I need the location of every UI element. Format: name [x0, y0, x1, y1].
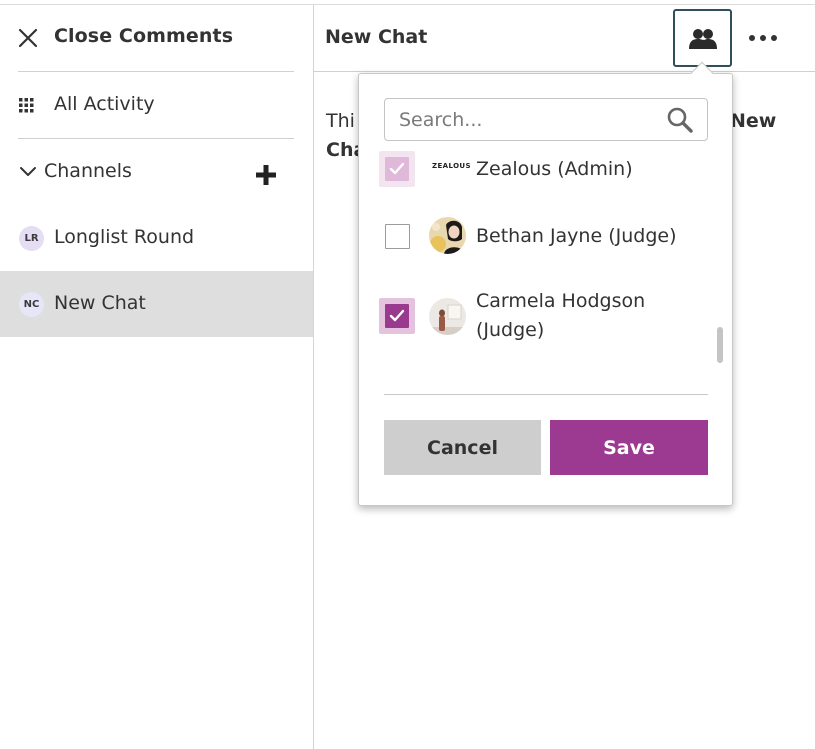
- scrollbar[interactable]: [717, 327, 723, 363]
- member-name-role: (Judge): [476, 319, 545, 341]
- search-icon[interactable]: [666, 106, 694, 134]
- member-search: [384, 98, 708, 141]
- close-comments-label: Close Comments: [54, 25, 234, 47]
- close-icon: [18, 28, 38, 48]
- member-checkbox[interactable]: [379, 298, 415, 334]
- checkmark-icon: [389, 309, 405, 322]
- avatar: [429, 217, 466, 254]
- manage-members-button[interactable]: [673, 9, 732, 67]
- cancel-button[interactable]: Cancel: [384, 420, 541, 475]
- intro-text-start: Thi: [326, 110, 355, 132]
- page-title: New Chat: [325, 26, 428, 48]
- sidebar-item-new-chat[interactable]: NC New Chat: [0, 271, 313, 337]
- member-row: Bethan Jayne (Judge): [379, 217, 709, 277]
- member-row: ZEALOUS Zealous (Admin): [379, 151, 709, 211]
- sidebar-item-label: New Chat: [54, 292, 146, 314]
- grid-icon: [19, 98, 34, 113]
- sidebar-item-label: Longlist Round: [54, 226, 195, 248]
- member-name: Zealous (Admin): [476, 158, 633, 180]
- members-popover: ZEALOUS Zealous (Admin) Bethan Jayne (Ju…: [358, 61, 733, 506]
- chevron-down-icon[interactable]: [19, 166, 37, 178]
- checkmark-icon: [389, 162, 405, 175]
- member-row: Carmela Hodgson (Judge): [379, 287, 709, 347]
- member-checkbox[interactable]: [379, 218, 415, 254]
- zealous-logo: ZEALOUS: [432, 162, 471, 170]
- divider: [384, 394, 708, 395]
- sidebar-divider: [313, 5, 314, 749]
- search-input[interactable]: [399, 107, 659, 133]
- avatar: [429, 298, 466, 335]
- all-activity-item[interactable]: All Activity: [0, 72, 313, 138]
- add-channel-icon[interactable]: [255, 164, 277, 186]
- channel-avatar: NC: [19, 292, 44, 317]
- sidebar-item-longlist-round[interactable]: LR Longlist Round: [0, 205, 313, 271]
- channels-section-header: Channels: [0, 139, 313, 205]
- channels-label[interactable]: Channels: [44, 160, 132, 182]
- header-divider: [314, 71, 815, 72]
- save-button[interactable]: Save: [550, 420, 708, 475]
- close-comments-button[interactable]: Close Comments: [0, 5, 313, 71]
- member-name: Carmela Hodgson: [476, 290, 646, 312]
- channel-avatar: LR: [19, 226, 44, 251]
- member-checkbox[interactable]: [379, 151, 415, 187]
- member-name: Bethan Jayne (Judge): [476, 225, 677, 247]
- more-options-icon[interactable]: [746, 26, 780, 50]
- members-icon: [689, 29, 717, 49]
- all-activity-label: All Activity: [54, 93, 155, 115]
- intro-text-channel-name: New: [730, 110, 777, 132]
